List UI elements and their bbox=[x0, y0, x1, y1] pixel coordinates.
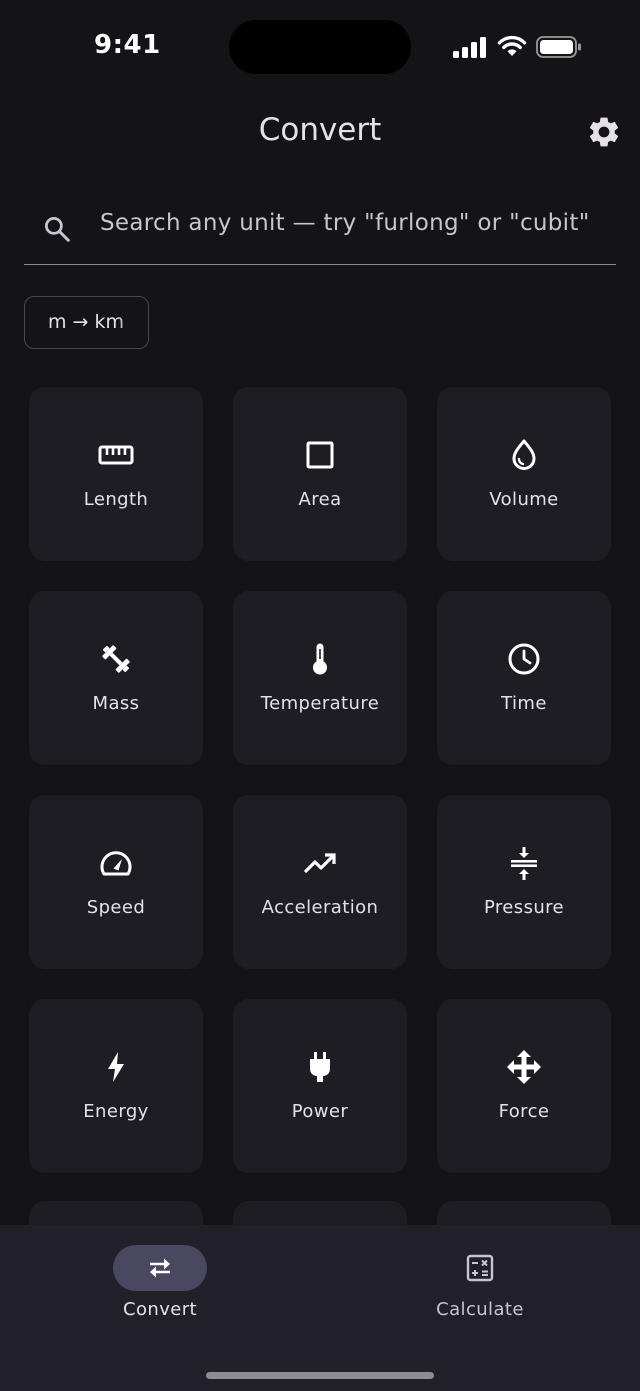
category-tile-area[interactable]: Area bbox=[233, 387, 407, 561]
square-icon bbox=[306, 441, 334, 469]
thermometer-icon bbox=[313, 643, 327, 675]
status-time: 9:41 bbox=[94, 30, 161, 60]
category-tile-energy[interactable]: Energy bbox=[29, 999, 203, 1173]
category-tile-time[interactable]: Time bbox=[437, 591, 611, 765]
gear-icon[interactable] bbox=[586, 114, 622, 150]
trending-up-icon bbox=[303, 853, 336, 874]
nav-item-convert[interactable]: Convert bbox=[0, 1225, 320, 1345]
battery-icon bbox=[536, 36, 581, 58]
recent-conversion-chip[interactable]: m → km bbox=[24, 296, 149, 349]
category-label: Time bbox=[501, 693, 547, 714]
category-label: Power bbox=[291, 1101, 349, 1122]
cellular-signal-icon bbox=[453, 37, 486, 58]
move-arrows-icon bbox=[507, 1050, 541, 1084]
category-tile-speed[interactable]: Speed bbox=[29, 795, 203, 969]
water-drop-icon bbox=[512, 439, 536, 470]
category-label: Length bbox=[83, 489, 149, 510]
clock-icon bbox=[508, 643, 540, 675]
category-tile-power[interactable]: Power bbox=[233, 999, 407, 1173]
dynamic-island bbox=[229, 20, 411, 74]
wifi-icon bbox=[497, 35, 527, 56]
status-bar: 9:41 bbox=[0, 0, 640, 90]
category-tile-acceleration[interactable]: Acceleration bbox=[233, 795, 407, 969]
category-tile-length[interactable]: Length bbox=[29, 387, 203, 561]
category-label: Mass bbox=[92, 693, 140, 714]
bolt-icon bbox=[108, 1052, 124, 1082]
page-title: Convert bbox=[258, 112, 382, 148]
swap-arrows-icon bbox=[150, 1258, 170, 1278]
plug-icon bbox=[310, 1052, 330, 1082]
nav-label-calculate: Calculate bbox=[436, 1299, 524, 1320]
nav-item-calculate[interactable]: Calculate bbox=[320, 1225, 640, 1345]
category-label: Force bbox=[498, 1101, 550, 1122]
calculator-icon bbox=[466, 1254, 494, 1282]
category-label: Temperature bbox=[260, 693, 380, 714]
home-indicator bbox=[206, 1372, 434, 1379]
nav-label-convert: Convert bbox=[123, 1299, 197, 1320]
category-label: Pressure bbox=[483, 897, 565, 918]
search-input[interactable]: Search any unit — try "furlong" or "cubi… bbox=[100, 210, 590, 236]
category-label: Energy bbox=[83, 1101, 149, 1122]
category-label: Area bbox=[298, 489, 342, 510]
category-tile-temperature[interactable]: Temperature bbox=[233, 591, 407, 765]
category-tile-volume[interactable]: Volume bbox=[437, 387, 611, 561]
search-icon bbox=[45, 217, 70, 242]
search-field[interactable]: Search any unit — try "furlong" or "cubi… bbox=[24, 190, 616, 265]
category-tile-mass[interactable]: Mass bbox=[29, 591, 203, 765]
compress-icon bbox=[511, 847, 537, 880]
category-tile-force[interactable]: Force bbox=[437, 999, 611, 1173]
category-label: Speed bbox=[86, 897, 146, 918]
fitness-center-icon bbox=[102, 645, 130, 673]
category-label: Volume bbox=[489, 489, 559, 510]
category-tile-pressure[interactable]: Pressure bbox=[437, 795, 611, 969]
bottom-navigation: Convert Calculate bbox=[0, 1225, 640, 1391]
ruler-icon bbox=[98, 445, 134, 465]
category-label: Acceleration bbox=[261, 897, 379, 918]
speedometer-icon bbox=[100, 851, 132, 876]
chip-label: m → km bbox=[48, 311, 125, 333]
